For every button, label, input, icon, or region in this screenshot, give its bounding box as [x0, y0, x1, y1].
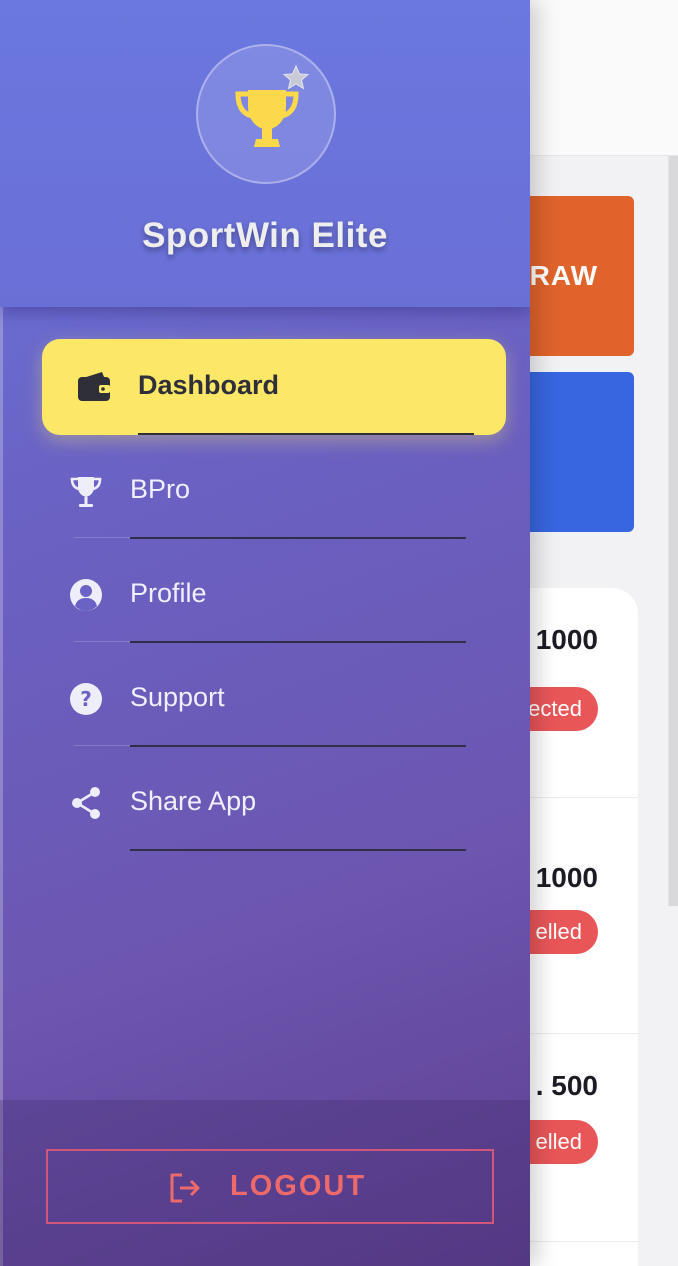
trophy-icon	[70, 477, 102, 507]
menu-item-bpro[interactable]: BPro	[42, 443, 506, 539]
navigation-drawer: SportWin Elite Dashboard BPro Profile ? …	[0, 0, 530, 1266]
app-name: SportWin Elite	[142, 216, 388, 255]
share-icon	[72, 787, 100, 819]
separator	[74, 745, 130, 746]
menu-item-share-app[interactable]: Share App	[42, 755, 506, 851]
transaction-amount: 1000	[535, 624, 598, 655]
divider	[138, 433, 474, 435]
transaction-amount: . 500	[535, 1070, 598, 1101]
menu-item-label: Support	[130, 682, 225, 712]
drawer-header: SportWin Elite	[0, 0, 530, 307]
withdraw-button-label: RAW	[529, 260, 598, 291]
menu-item-label: Share App	[130, 786, 257, 816]
question-circle-icon: ?	[70, 683, 102, 715]
trophy-star-icon	[235, 64, 310, 147]
divider	[130, 537, 466, 539]
user-circle-icon	[70, 579, 102, 611]
menu-item-dashboard[interactable]: Dashboard	[42, 339, 506, 435]
transaction-amount: 1000	[535, 862, 598, 893]
divider	[130, 849, 466, 851]
app-logo	[196, 44, 336, 184]
menu-item-label: BPro	[130, 474, 191, 504]
logout-button[interactable]: LOGOUT	[46, 1149, 494, 1224]
svg-text:?: ?	[80, 687, 92, 711]
menu-item-profile[interactable]: Profile	[42, 547, 506, 643]
menu-item-label: Dashboard	[138, 370, 280, 400]
divider	[130, 641, 466, 643]
drawer-footer: LOGOUT	[0, 1100, 530, 1266]
separator	[74, 537, 130, 538]
scrollbar[interactable]	[668, 156, 678, 906]
sign-out-icon	[170, 1173, 200, 1203]
separator	[74, 641, 130, 642]
wallet-icon	[78, 372, 110, 401]
menu-item-label: Profile	[130, 578, 207, 608]
logout-label: LOGOUT	[230, 1170, 367, 1202]
menu-item-support[interactable]: ? Support	[42, 651, 506, 747]
divider	[130, 745, 466, 747]
